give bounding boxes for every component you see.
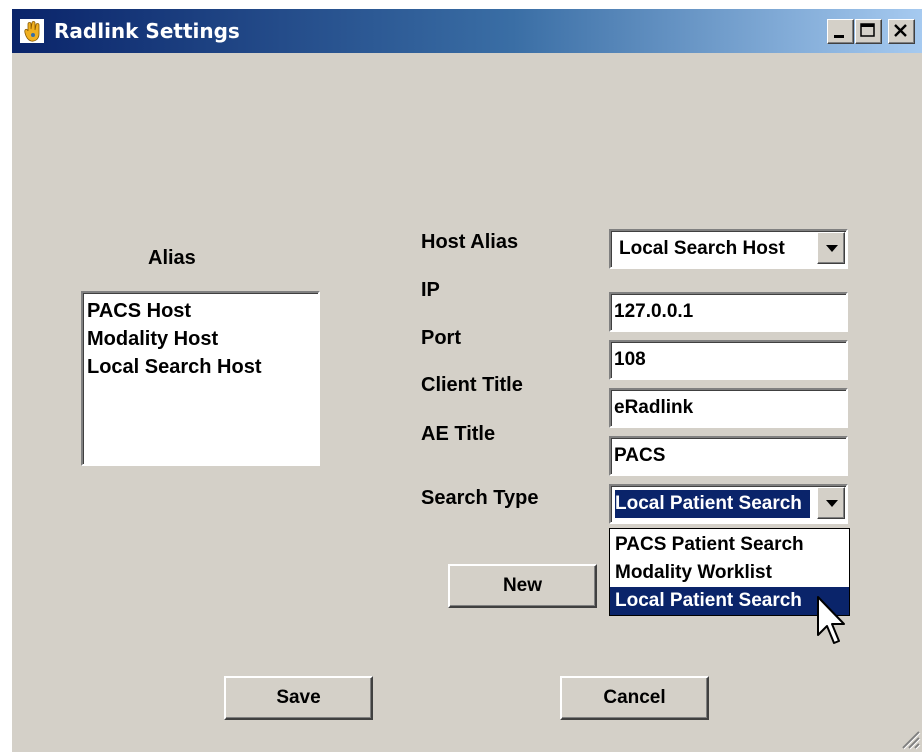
port-field[interactable]: 108 <box>609 340 848 380</box>
radlink-hand-icon <box>20 19 44 43</box>
chevron-down-icon <box>826 245 838 252</box>
search-type-dropdown-list[interactable]: PACS Patient Search Modality Worklist Lo… <box>609 528 850 616</box>
ae-title-label: AE Title <box>421 423 496 445</box>
new-button[interactable]: New <box>448 564 597 608</box>
maximize-icon <box>860 23 875 37</box>
host-alias-value: Local Search Host <box>619 238 785 259</box>
search-type-combobox[interactable]: Local Patient Search <box>609 484 848 524</box>
resize-grip-icon[interactable] <box>899 728 921 750</box>
ae-title-field[interactable]: PACS <box>609 436 848 476</box>
host-alias-combobox[interactable]: Local Search Host <box>609 229 848 269</box>
alias-list-item[interactable]: PACS Host <box>87 297 314 325</box>
alias-listbox[interactable]: PACS Host Modality Host Local Search Hos… <box>81 291 320 466</box>
close-button[interactable] <box>888 19 915 44</box>
maximize-button[interactable] <box>855 19 882 44</box>
title-bar[interactable]: Radlink Settings <box>12 9 922 53</box>
search-type-dropdown-button[interactable] <box>817 487 845 519</box>
ip-label: IP <box>421 279 440 301</box>
minimize-icon <box>834 35 844 38</box>
alias-list-item[interactable]: Local Search Host <box>87 353 314 381</box>
settings-window: Radlink Settings Alias PACS Host Modalit… <box>11 8 922 752</box>
chevron-down-icon <box>826 500 838 507</box>
alias-list-item[interactable]: Modality Host <box>87 325 314 353</box>
port-label: Port <box>421 327 461 349</box>
search-type-option[interactable]: Modality Worklist <box>610 559 849 587</box>
save-button[interactable]: Save <box>224 676 373 720</box>
host-alias-dropdown-button[interactable] <box>817 232 845 264</box>
search-type-label: Search Type <box>421 487 539 509</box>
minimize-button[interactable] <box>827 19 854 44</box>
ip-field[interactable]: 127.0.0.1 <box>609 292 848 332</box>
client-title-field[interactable]: eRadlink <box>609 388 848 428</box>
alias-label: Alias <box>148 247 196 269</box>
mouse-pointer-icon <box>817 596 845 644</box>
cancel-button[interactable]: Cancel <box>560 676 709 720</box>
host-alias-label: Host Alias <box>421 231 519 253</box>
search-type-value: Local Patient Search <box>615 490 810 518</box>
search-type-option-selected[interactable]: Local Patient Search <box>610 587 849 615</box>
window-title: Radlink Settings <box>54 19 240 43</box>
client-title-label: Client Title <box>421 374 523 396</box>
close-icon <box>894 24 907 37</box>
search-type-option[interactable]: PACS Patient Search <box>610 531 849 559</box>
